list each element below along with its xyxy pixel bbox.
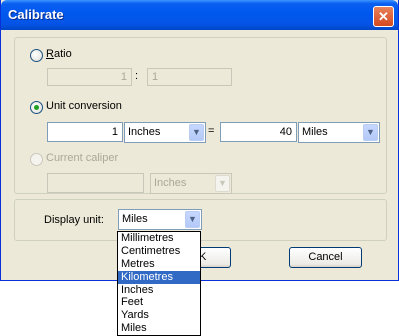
- display-unit-select[interactable]: Miles ▼: [118, 209, 202, 230]
- unit-conversion-label[interactable]: Unit conversion: [46, 100, 122, 112]
- dropdown-option[interactable]: Inches: [118, 284, 200, 297]
- caliper-unit-select[interactable]: Inches ▼: [150, 173, 232, 194]
- dropdown-option[interactable]: Feet: [118, 296, 200, 309]
- current-caliper-label: Current caliper: [46, 152, 119, 164]
- to-unit-value: Miles: [302, 126, 328, 138]
- dropdown-option[interactable]: Yards: [118, 309, 200, 322]
- to-unit-select[interactable]: Miles ▼: [298, 122, 380, 143]
- dropdown-option-highlighted[interactable]: Kilometres: [118, 270, 200, 284]
- calibration-group: [14, 37, 387, 194]
- caliper-value-input[interactable]: [47, 173, 144, 193]
- from-unit-value: Inches: [128, 126, 161, 138]
- display-unit-dropdown-list: Millimetres Centimetres Metres Kilometre…: [117, 231, 201, 336]
- cancel-button[interactable]: Cancel: [289, 247, 362, 268]
- ratio-right-input[interactable]: 1: [147, 68, 232, 86]
- window-title: Calibrate: [8, 7, 64, 22]
- unit-conversion-radio[interactable]: [30, 101, 43, 114]
- from-value-input[interactable]: 1: [47, 122, 123, 142]
- dropdown-option[interactable]: Centimetres: [118, 245, 200, 258]
- chevron-down-icon[interactable]: ▼: [363, 124, 378, 141]
- ratio-radio[interactable]: [30, 49, 43, 62]
- chevron-down-icon[interactable]: ▼: [185, 211, 200, 228]
- caliper-unit-value: Inches: [154, 177, 187, 189]
- display-unit-value: Miles: [122, 213, 148, 225]
- close-button[interactable]: ✕: [373, 6, 394, 27]
- to-value-input[interactable]: 40: [220, 122, 297, 142]
- dropdown-option[interactable]: Miles: [118, 322, 200, 335]
- title-bar[interactable]: Calibrate ✕: [1, 0, 398, 30]
- display-unit-label: Display unit:: [44, 214, 104, 226]
- equals-sign: =: [208, 125, 215, 137]
- ratio-label[interactable]: Ratio: [46, 48, 72, 60]
- dropdown-option[interactable]: Metres: [118, 258, 200, 271]
- from-unit-select[interactable]: Inches ▼: [124, 122, 206, 143]
- chevron-down-icon[interactable]: ▼: [189, 124, 204, 141]
- close-icon: ✕: [378, 9, 389, 24]
- current-caliper-radio[interactable]: [30, 153, 43, 166]
- chevron-down-icon: ▼: [215, 175, 230, 192]
- radio-selected-dot: [34, 105, 39, 110]
- ratio-separator: :: [135, 70, 139, 82]
- ratio-left-input[interactable]: 1: [47, 68, 132, 86]
- dropdown-option[interactable]: Millimetres: [118, 232, 200, 245]
